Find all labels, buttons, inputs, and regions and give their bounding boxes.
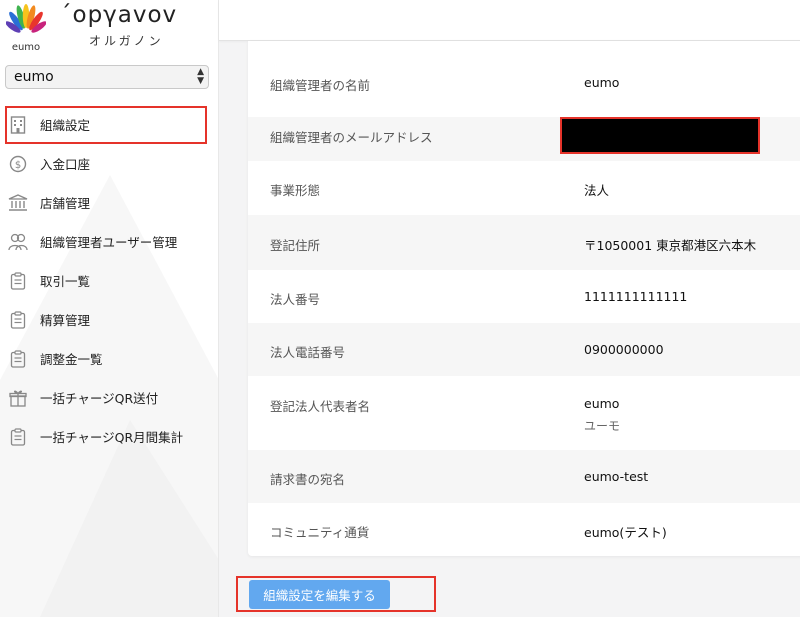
detail-row-business-type: 事業形態 法人 <box>248 161 800 215</box>
detail-value: 1111111111111 <box>584 289 688 304</box>
sidebar-item-deposit-account[interactable]: $ 入金口座 <box>0 144 218 183</box>
gift-icon <box>8 388 28 408</box>
clipboard-icon <box>8 310 28 330</box>
organization-details-card: 組織管理者の名前 eumo 組織管理者のメールアドレス 事業形態 法人 登記住所… <box>248 41 800 556</box>
bank-icon <box>8 193 28 213</box>
top-bar <box>219 0 800 41</box>
detail-row-registered-address: 登記住所 〒1050001 東京都港区六本木 <box>248 215 800 270</box>
detail-label: 事業形態 <box>270 183 321 198</box>
highlight-box <box>5 106 207 144</box>
dollar-circle-icon: $ <box>8 154 28 174</box>
detail-value: 〒1050001 東京都港区六本木 <box>584 238 757 253</box>
detail-row-corporate-number: 法人番号 1111111111111 <box>248 270 800 323</box>
sidebar-item-label: 精算管理 <box>40 313 91 328</box>
detail-label: 法人電話番号 <box>270 345 346 360</box>
select-arrows-icon: ▲ ▼ <box>197 67 204 86</box>
redacted-email <box>560 117 760 154</box>
detail-value: 法人 <box>584 183 610 198</box>
sidebar-item-store-management[interactable]: 店舗管理 <box>0 183 218 222</box>
detail-row-representative: 登記法人代表者名 eumo ユーモ <box>248 376 800 450</box>
users-icon <box>8 232 28 252</box>
sidebar-item-label: 取引一覧 <box>40 274 91 289</box>
detail-row-phone: 法人電話番号 0900000000 <box>248 323 800 376</box>
detail-value: 0900000000 <box>584 342 664 357</box>
logo-wordmark: eumo <box>12 42 40 53</box>
detail-row-invoice-addressee: 請求書の宛名 eumo-test <box>248 450 800 503</box>
brand-name: ΄opγavov <box>60 2 178 28</box>
sidebar-item-settlement[interactable]: 精算管理 <box>0 300 218 339</box>
sidebar-item-admin-users[interactable]: 組織管理者ユーザー管理 <box>0 222 218 261</box>
clipboard-icon <box>8 271 28 291</box>
clipboard-icon <box>8 349 28 369</box>
detail-label: 登記住所 <box>270 238 321 253</box>
organization-select-value: eumo <box>14 69 54 85</box>
sidebar-item-adjustments[interactable]: 調整金一覧 <box>0 339 218 378</box>
detail-label: コミュニティ通貨 <box>270 525 370 540</box>
sidebar-item-label: 一括チャージQR送付 <box>40 391 159 406</box>
sidebar-item-label: 調整金一覧 <box>40 352 103 367</box>
brand-logo[interactable]: eumo ΄opγavov オルガノン <box>0 0 218 56</box>
detail-row-community-currency: コミュニティ通貨 eumo(テスト) <box>248 503 800 556</box>
detail-label: 請求書の宛名 <box>270 472 346 487</box>
detail-label: 法人番号 <box>270 292 321 307</box>
detail-value-kana: ユーモ <box>584 419 621 433</box>
sidebar-item-transactions[interactable]: 取引一覧 <box>0 261 218 300</box>
edit-organization-settings-button[interactable]: 組織設定を編集する <box>249 580 390 609</box>
eumo-logo-icon: eumo <box>6 4 46 53</box>
detail-value: eumo(テスト) <box>584 525 667 540</box>
sidebar: eumo ΄opγavov オルガノン eumo ▲ ▼ 組織設定 $ 入金口座 … <box>0 0 219 617</box>
detail-value: eumo <box>584 396 620 411</box>
sidebar-item-label: 入金口座 <box>40 157 91 172</box>
detail-value: eumo-test <box>584 469 649 484</box>
sidebar-nav: 組織設定 $ 入金口座 店舗管理 組織管理者ユーザー管理 取引一覧 精算管理 調… <box>0 105 218 456</box>
svg-text:$: $ <box>15 160 21 171</box>
organization-select[interactable]: eumo ▲ ▼ <box>5 65 209 89</box>
sidebar-item-bulk-charge-qr-monthly[interactable]: 一括チャージQR月間集計 <box>0 417 218 456</box>
detail-label: 組織管理者のメールアドレス <box>270 130 433 145</box>
clipboard-icon <box>8 427 28 447</box>
sidebar-item-bulk-charge-qr[interactable]: 一括チャージQR送付 <box>0 378 218 417</box>
detail-label: 登記法人代表者名 <box>270 399 371 414</box>
sidebar-item-label: 店舗管理 <box>40 196 91 211</box>
sidebar-item-label: 組織管理者ユーザー管理 <box>40 235 178 250</box>
sidebar-item-organization-settings[interactable]: 組織設定 <box>0 105 218 144</box>
brand-kana: オルガノン <box>89 34 164 48</box>
detail-value: eumo <box>584 75 620 90</box>
detail-row-admin-name: 組織管理者の名前 eumo <box>248 41 800 117</box>
sidebar-item-label: 一括チャージQR月間集計 <box>40 430 184 445</box>
detail-label: 組織管理者の名前 <box>270 78 371 93</box>
